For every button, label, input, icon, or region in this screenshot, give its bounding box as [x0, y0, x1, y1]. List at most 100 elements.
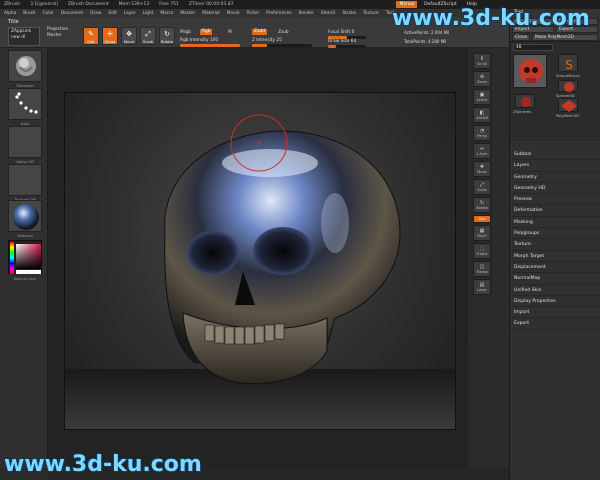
make-polymesh-button[interactable]: Make PolyMesh3D — [532, 34, 598, 41]
view-scale-button[interactable]: ⤢ Scale — [473, 179, 491, 195]
rgb-intensity-label[interactable]: Rgb Intensity 100 — [180, 38, 218, 43]
zapplink-sub: new dl — [11, 35, 26, 40]
switch-color-button[interactable]: SwitchColor — [8, 276, 42, 281]
focal-shift-label[interactable]: Focal Shift 0 — [328, 30, 354, 35]
section-display-properties[interactable]: Display Properties — [510, 296, 600, 308]
draw-button[interactable]: ✛ Draw — [102, 27, 118, 45]
section-texture[interactable]: Texture — [510, 239, 600, 251]
m-button[interactable]: M — [228, 30, 232, 35]
menu-texture[interactable]: Texture — [363, 11, 379, 16]
section-masking[interactable]: Masking — [510, 217, 600, 229]
zsub-button[interactable]: Zsub — [278, 30, 289, 35]
standard-brush-icon — [16, 56, 36, 76]
actual-button[interactable]: ▣ Actual — [473, 89, 491, 105]
rgb-button[interactable]: Rgb — [200, 29, 213, 35]
lsym-button[interactable]: ⇔ L.Sym — [473, 143, 491, 159]
menu-stroke[interactable]: Stroke — [342, 11, 356, 16]
document-canvas[interactable] — [64, 92, 456, 430]
view-move-label: Move — [477, 170, 487, 174]
section-normalmap[interactable]: NormalMap — [510, 273, 600, 285]
section-unified-skin[interactable]: Unified Skin — [510, 285, 600, 296]
persp-label: Persp — [477, 134, 487, 138]
menu-draw[interactable]: Draw — [90, 11, 101, 16]
texture-off-tile[interactable] — [8, 164, 42, 196]
menu-render[interactable]: Render — [299, 11, 314, 16]
view-rotate-button[interactable]: ↻ Rotate — [473, 197, 491, 213]
section-subtool[interactable]: Subtool — [510, 149, 600, 161]
menu-macro[interactable]: Macro — [160, 11, 173, 16]
menu-picker[interactable]: Picker — [246, 11, 259, 16]
section-import[interactable]: Import — [510, 307, 600, 319]
tool-count-field[interactable]: 48 — [513, 44, 553, 51]
view-move-button[interactable]: ✥ Move — [473, 161, 491, 177]
layer-button[interactable]: ▤ Layer — [473, 279, 491, 295]
draw-size-label[interactable]: Draw Size 64 — [328, 39, 356, 44]
master-label: Master — [47, 33, 62, 38]
section-morph-target[interactable]: Morph Target — [510, 251, 600, 262]
lsym-label: L.Sym — [476, 152, 488, 156]
mrgb-button[interactable]: Mrgb — [180, 30, 191, 35]
sphere3d-thumb[interactable] — [558, 80, 578, 92]
zapplink-button[interactable]: ZAppLink new dl — [8, 27, 40, 46]
section-preview[interactable]: Preview — [510, 194, 600, 206]
menu-brush[interactable]: Brush — [23, 11, 35, 16]
view-rotate-label: Rotate — [476, 206, 488, 210]
section-export[interactable]: Export — [510, 318, 600, 330]
move-button[interactable]: ✥ Move — [121, 27, 137, 45]
material-tile[interactable] — [8, 200, 42, 232]
transp-button[interactable]: ◫ Transp — [473, 261, 491, 277]
z-intensity-slider[interactable] — [252, 44, 312, 47]
section-displacement[interactable]: Displacement — [510, 262, 600, 274]
menu-light[interactable]: Light — [143, 11, 154, 16]
zadd-button[interactable]: Zadd — [252, 29, 268, 35]
frame-button[interactable]: ⬚ Frame — [473, 243, 491, 259]
scroll-button[interactable]: ⇕ Scroll — [473, 53, 491, 69]
total-points-readout: TotalPoints: 4.280 Mil — [404, 39, 447, 44]
stroke-dots-tile[interactable] — [8, 88, 42, 120]
current-tool-thumb[interactable] — [513, 54, 547, 88]
move-icon: ✥ — [126, 30, 132, 38]
simplebrush-thumb[interactable]: S — [558, 54, 578, 72]
polymesh3d-thumb[interactable] — [558, 98, 578, 112]
sphere3d-icon — [564, 82, 574, 92]
persp-button[interactable]: ◔ Persp — [473, 125, 491, 141]
section-polygroups[interactable]: Polygroups — [510, 228, 600, 240]
menu-color[interactable]: Color — [43, 11, 54, 16]
section-geometry[interactable]: Geometry — [510, 172, 600, 183]
scale-button[interactable]: ⤢ Scale — [140, 27, 156, 45]
scroll-label: Scroll — [477, 62, 487, 66]
clone-button[interactable]: Clone — [512, 34, 530, 41]
view-scale-label: Scale — [477, 188, 487, 192]
zspheres-thumb[interactable] — [515, 94, 535, 108]
material-sphere-icon — [13, 204, 39, 230]
projection-master-button[interactable]: Projection Master — [47, 27, 77, 46]
menu-alpha[interactable]: Alpha — [4, 11, 16, 16]
section-layers[interactable]: Layers — [510, 160, 600, 172]
brush-standard-tile[interactable] — [8, 50, 42, 82]
rgb-intensity-slider[interactable] — [180, 44, 240, 47]
aahalf-button[interactable]: ◧ AAHalf — [473, 107, 491, 123]
z-intensity-label[interactable]: Z Intensity 25 — [252, 38, 282, 43]
xyz-button[interactable]: Xyz — [473, 215, 491, 223]
color-picker[interactable] — [8, 240, 42, 274]
zoom-button[interactable]: ⊕ Zoom — [473, 71, 491, 87]
layer-label: Layer — [477, 288, 487, 292]
menu-document[interactable]: Document — [61, 11, 83, 16]
polyf-button[interactable]: ▦ PolyF — [473, 225, 491, 241]
zoom-label: Zoom — [476, 80, 488, 84]
tool-selector: 48 S SimpleBrush Sphere3D ZSpheres PolyM… — [510, 41, 600, 141]
rotate-label: Rotate — [160, 39, 174, 44]
menu-edit[interactable]: Edit — [108, 11, 116, 16]
rotate-button[interactable]: ↻ Rotate — [159, 27, 175, 45]
menu-preferences[interactable]: Preferences — [266, 11, 291, 16]
menu-marker[interactable]: Marker — [180, 11, 195, 16]
menu-movie[interactable]: Movie — [227, 11, 240, 16]
menu-stencil[interactable]: Stencil — [321, 11, 336, 16]
alpha-off-tile[interactable] — [8, 126, 42, 158]
section-geometry-hd[interactable]: Geometry HD — [510, 183, 600, 195]
transp-label: Transp — [476, 270, 488, 274]
menu-material[interactable]: Material — [202, 11, 219, 16]
menu-layer[interactable]: Layer — [124, 11, 136, 16]
section-deformation[interactable]: Deformation — [510, 205, 600, 217]
edit-button[interactable]: ✎ Edit — [83, 27, 99, 45]
